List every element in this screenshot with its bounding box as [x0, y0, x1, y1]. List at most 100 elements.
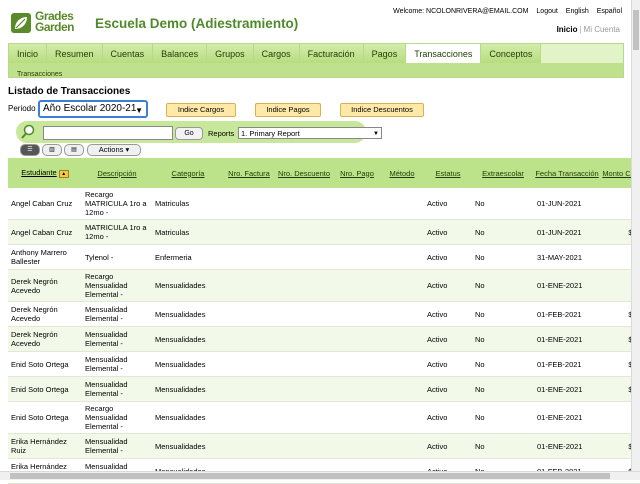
table-cell — [380, 376, 424, 402]
table-row[interactable]: Angel Caban Cruz MATRICULA 1ro a 12mo - Ma… — [8, 219, 640, 245]
table-cell: Matriculas — [152, 219, 224, 245]
table-cell — [274, 301, 334, 327]
table-cell: No — [472, 188, 534, 220]
logo[interactable]: Grades Garden — [11, 10, 81, 36]
reports-select[interactable]: 1. Primary Report ▼ — [238, 127, 382, 139]
periodo-label: Periodo — [8, 104, 36, 113]
tab-pagos[interactable]: Pagos — [363, 44, 407, 64]
vertical-scrollbar[interactable] — [631, 0, 640, 472]
table-row[interactable]: Derek Negrón Acevedo Recargo Mensualidad … — [8, 269, 640, 302]
table-cell: Recargo Mensualidad Elemental - — [82, 269, 152, 302]
column-header-label: Estatus — [435, 168, 461, 178]
subnav: Transacciones — [8, 63, 624, 78]
column-header-label: Descripción — [97, 168, 137, 178]
indice-cargos-button[interactable]: Indice Cargos — [166, 103, 236, 117]
report-view-icon[interactable]: ▤ — [64, 144, 84, 156]
table-cell — [334, 269, 380, 302]
table-cell — [334, 326, 380, 352]
horizontal-scrollbar[interactable] — [0, 471, 640, 480]
tab-transacciones[interactable]: Transacciones — [406, 44, 482, 64]
table-cell: Activo — [424, 433, 472, 459]
column-header[interactable]: Fecha Transacción — [534, 158, 600, 188]
english-link[interactable]: English — [566, 8, 589, 15]
column-header[interactable]: Estudiante ▲ — [8, 158, 82, 188]
table-row[interactable]: Derek Negrón Acevedo Mensualidad Elementa… — [8, 301, 640, 327]
tab-facturacin[interactable]: Facturación — [299, 44, 364, 64]
welcome-text: Welcome: NCOLONRIVERA@EMAIL.COM — [393, 8, 529, 15]
table-row[interactable]: Enid Soto Ortega Recargo Mensualidad Elem… — [8, 401, 640, 434]
espanol-link[interactable]: Español — [597, 8, 622, 15]
table-cell: No — [472, 351, 534, 377]
column-header[interactable]: Método — [380, 158, 424, 188]
table-cell: 01-JUN-2021 — [534, 219, 600, 245]
actions-button[interactable]: Actions ▾ — [87, 144, 141, 156]
table-cell — [274, 188, 334, 220]
table-cell: Enid Soto Ortega — [8, 351, 82, 377]
chevron-down-icon: ▼ — [135, 106, 143, 115]
periodo-select[interactable]: Año Escolar 2020-21 ▼ — [38, 100, 148, 118]
column-header[interactable]: Nro. Descuento — [274, 158, 334, 188]
list-view-icon[interactable]: ☰ — [20, 144, 40, 156]
table-cell — [334, 376, 380, 402]
table-cell: Recargo Mensualidad Elemental - — [82, 401, 152, 434]
column-header[interactable]: Descripción — [82, 158, 152, 188]
column-header-label: Nro. Descuento — [277, 168, 331, 178]
table-cell — [274, 244, 334, 270]
column-header[interactable]: Nro. Pago — [334, 158, 380, 188]
table-cell — [224, 351, 274, 377]
column-header[interactable]: Extraescolar — [472, 158, 534, 188]
table-cell: Activo — [424, 188, 472, 220]
table-row[interactable]: Enid Soto Ortega Mensualidad Elemental -M… — [8, 351, 640, 377]
table-cell — [334, 244, 380, 270]
table-row[interactable]: Erika Hernández RuizMensualidad Elementa… — [8, 433, 640, 459]
tab-inicio[interactable]: Inicio — [9, 44, 48, 64]
table-row[interactable]: Derek Negrón Acevedo Mensualidad Elementa… — [8, 326, 640, 352]
table-row[interactable]: Angel Caban Cruz Recargo MATRICULA 1ro a … — [8, 188, 640, 220]
table-cell: Mensualidades — [152, 301, 224, 327]
page-title: Listado de Transacciones — [8, 86, 131, 97]
horizontal-scroll-thumb[interactable] — [10, 473, 610, 479]
table-cell: Activo — [424, 401, 472, 434]
table-cell: No — [472, 376, 534, 402]
logout-link[interactable]: Logout — [536, 8, 557, 15]
table-row[interactable]: Enid Soto Ortega Mensualidad Elemental -M… — [8, 376, 640, 402]
table-cell: 01-JUN-2021 — [534, 188, 600, 220]
chart-view-icon[interactable]: ▥ — [42, 144, 62, 156]
search-input[interactable] — [43, 126, 173, 140]
column-header[interactable]: Estatus — [424, 158, 472, 188]
table-cell — [274, 269, 334, 302]
table-cell: No — [472, 326, 534, 352]
search-icon[interactable] — [20, 124, 36, 140]
column-header[interactable]: Nro. Factura — [224, 158, 274, 188]
subnav-transacciones[interactable]: Transacciones — [17, 71, 62, 78]
table-cell: Mensualidades — [152, 401, 224, 434]
tab-resumen[interactable]: Resumen — [47, 44, 103, 64]
tab-conceptos[interactable]: Conceptos — [481, 44, 542, 64]
table-cell: Matriculas — [152, 188, 224, 220]
table-cell: Angel Caban Cruz — [8, 219, 82, 245]
table-cell: Activo — [424, 219, 472, 245]
column-header[interactable]: Categoría — [152, 158, 224, 188]
tab-cuentas[interactable]: Cuentas — [102, 44, 154, 64]
table-cell — [334, 433, 380, 459]
table-cell — [224, 301, 274, 327]
table-cell: No — [472, 219, 534, 245]
indice-descuentos-button[interactable]: Indice Descuentos — [340, 103, 424, 117]
table-cell: 01-ENE-2021 — [534, 326, 600, 352]
tab-grupos[interactable]: Grupos — [207, 44, 254, 64]
table-cell: 01-FEB-2021 — [534, 351, 600, 377]
inicio-link[interactable]: Inicio — [557, 25, 578, 34]
table-cell: Derek Negrón Acevedo — [8, 269, 82, 302]
sort-asc-icon[interactable]: ▲ — [58, 169, 69, 178]
vertical-scroll-thumb[interactable] — [633, 10, 639, 50]
table-cell: Mensualidades — [152, 376, 224, 402]
tab-balances[interactable]: Balances — [153, 44, 208, 64]
chevron-down-icon: ▼ — [373, 131, 379, 137]
indice-pagos-button[interactable]: Indice Pagos — [255, 103, 321, 117]
table-cell: MATRICULA 1ro a 12mo - — [82, 219, 152, 245]
tab-cargos[interactable]: Cargos — [253, 44, 300, 64]
table-row[interactable]: Anthony Marrero Ballester Tylenol - Enferm… — [8, 244, 640, 270]
table-cell: No — [472, 244, 534, 270]
mi-cuenta-link[interactable]: Mi Cuenta — [584, 25, 620, 34]
go-button[interactable]: Go — [175, 127, 203, 140]
